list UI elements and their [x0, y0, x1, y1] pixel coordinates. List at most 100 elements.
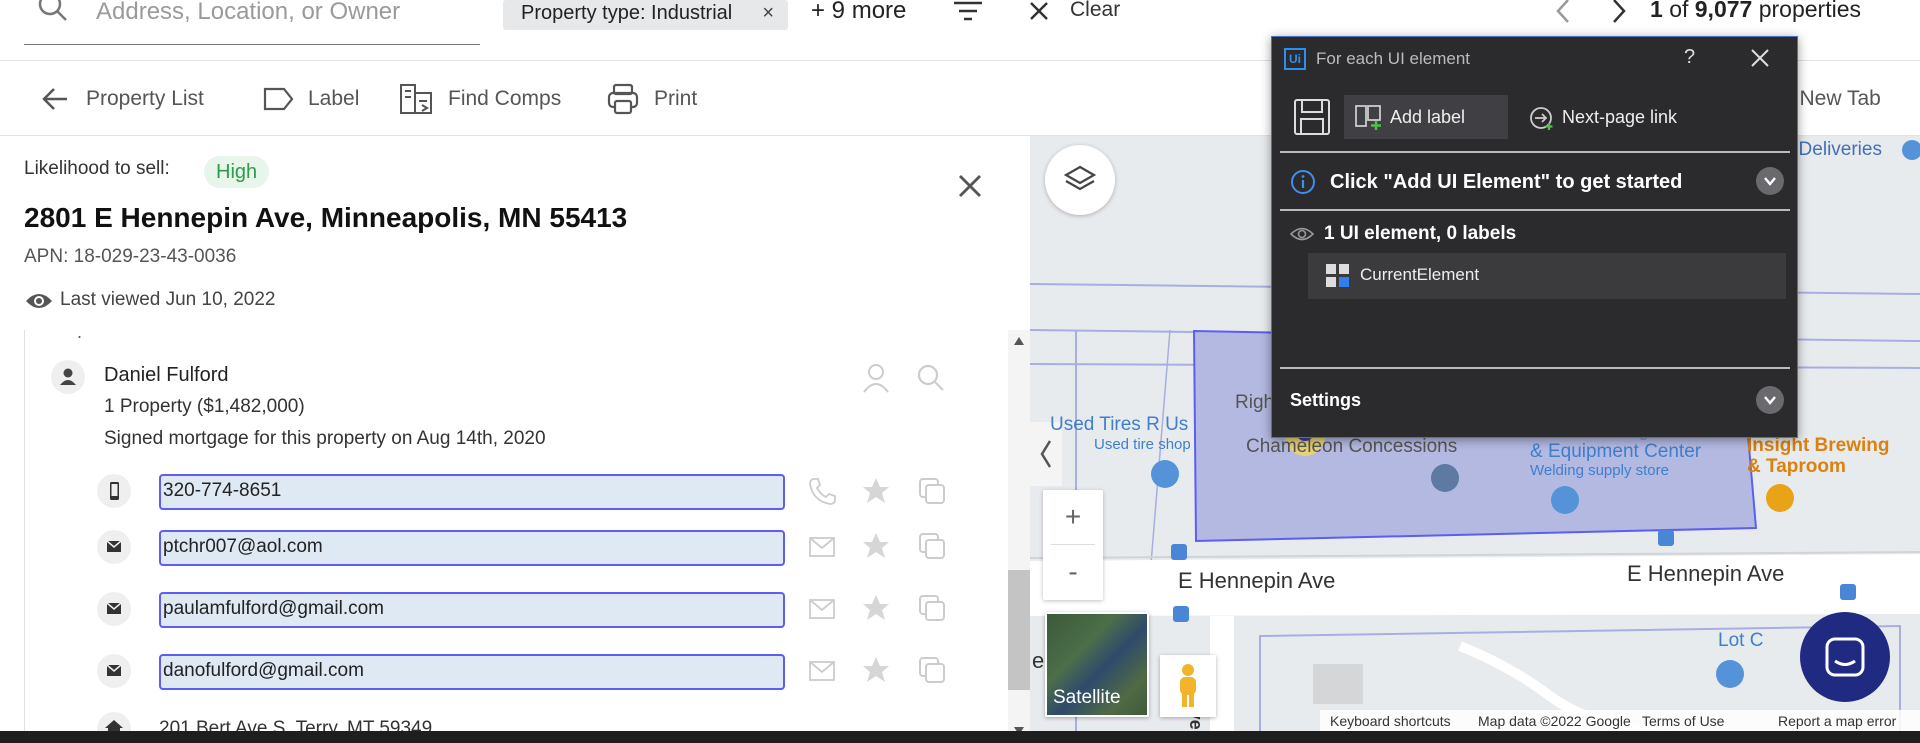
zoom-in-button[interactable]: + [1043, 490, 1103, 544]
map-label-right: Righ [1235, 392, 1275, 413]
add-label-text: Add label [1390, 107, 1466, 127]
owner-name: Daniel Fulford [104, 364, 229, 386]
info-icon [1291, 170, 1315, 194]
filter-chip-property-type[interactable]: Property type: Industrial × [503, 0, 788, 30]
map-data-text: Map data ©2022 Google [1478, 713, 1631, 729]
mail-outline-icon[interactable] [807, 533, 837, 561]
label-icon [263, 87, 294, 111]
app-logo-icon: Ui [1284, 48, 1306, 70]
email-field-3[interactable]: danofulford@gmail.com [159, 654, 785, 690]
owner-properties: 1 Property ($1,482,000) [104, 396, 305, 417]
search-icon[interactable] [916, 363, 946, 393]
map-label-used-tires: Used Tires R Us [1050, 414, 1189, 435]
clear-label: Clear [1070, 0, 1121, 21]
chat-icon [1825, 637, 1865, 677]
satellite-toggle[interactable]: Satellite [1045, 612, 1149, 717]
email-field-2[interactable]: paulamfulford@gmail.com [159, 592, 785, 628]
map-label-deliveries: t Deliveries [1788, 139, 1882, 160]
search-placeholder: Address, Location, or Owner [96, 0, 401, 25]
chevron-left-icon[interactable] [1554, 0, 1572, 24]
star-icon[interactable] [861, 531, 891, 561]
zoom-out-button[interactable]: - [1043, 545, 1103, 599]
copy-icon[interactable] [917, 531, 947, 561]
keyboard-shortcuts-link[interactable]: Keyboard shortcuts [1330, 713, 1451, 729]
mobile-phone-icon [97, 474, 131, 508]
pager-total: 9,077 [1694, 0, 1753, 22]
label-label: Label [308, 87, 360, 110]
more-filters-button[interactable]: + 9 more [811, 0, 906, 25]
last-viewed-text: Last viewed Jun 10, 2022 [60, 289, 276, 310]
close-icon [1030, 2, 1048, 20]
window-title: For each UI element [1316, 49, 1471, 68]
next-page-link-button[interactable]: Next-page link [1524, 95, 1714, 139]
star-icon[interactable] [861, 593, 891, 623]
email-field-1[interactable]: ptchr007@aol.com [159, 530, 785, 566]
property-detail-panel: Likelihood to sell: High 2801 E Hennepin… [0, 136, 1030, 743]
divider [1280, 151, 1790, 153]
report-map-error-link[interactable]: Report a map error [1778, 713, 1896, 729]
settings-header[interactable]: Settings [1290, 390, 1361, 411]
filter-icon[interactable] [952, 0, 984, 24]
map-label-brewing: Insight Brewing [1747, 435, 1890, 456]
mail-icon [97, 592, 131, 626]
star-icon[interactable] [861, 476, 891, 506]
add-label-button[interactable]: Add label [1344, 95, 1508, 139]
map-attribution: Keyboard shortcuts Map data ©2022 Google… [1320, 710, 1920, 731]
pegman-icon [1180, 664, 1196, 707]
close-icon[interactable] [956, 172, 984, 200]
scrollbar-thumb[interactable] [1008, 570, 1030, 690]
mail-outline-icon[interactable] [807, 657, 837, 685]
star-icon[interactable] [861, 655, 891, 685]
street-view-pegman[interactable] [1160, 655, 1216, 717]
phone-field[interactable]: 320-774-8651 [159, 474, 785, 510]
mail-icon [97, 654, 131, 688]
terms-link[interactable]: Terms of Use [1642, 713, 1724, 729]
get-started-hint: Click "Add UI Element" to get started [1330, 171, 1683, 193]
printer-icon [607, 83, 639, 115]
scroll-up-icon[interactable] [1013, 336, 1025, 346]
save-icon[interactable] [1292, 97, 1332, 137]
find-comps-label: Find Comps [448, 87, 562, 110]
satellite-label: Satellite [1053, 687, 1121, 708]
pager: 1 of 9,077 properties [1650, 0, 1861, 23]
chevron-right-icon[interactable] [1610, 0, 1628, 24]
person-outline-icon[interactable] [861, 362, 891, 394]
divider [1280, 367, 1790, 369]
arrow-left-icon [42, 88, 67, 110]
close-icon[interactable]: × [762, 0, 774, 26]
add-label-icon [1355, 105, 1381, 130]
phone-icon[interactable] [807, 476, 837, 506]
eye-icon [26, 294, 52, 308]
likelihood-label: Likelihood to sell: [24, 158, 170, 179]
current-element-label: CurrentElement [1360, 265, 1480, 284]
copy-icon[interactable] [917, 476, 947, 506]
copy-icon[interactable] [917, 655, 947, 685]
current-element-item[interactable]: CurrentElement [1308, 253, 1786, 299]
owner-mortgage-note: Signed mortgage for this property on Aug… [104, 428, 546, 449]
pager-current: 1 [1650, 0, 1663, 22]
likelihood-badge: High [204, 156, 270, 188]
window-titlebar[interactable]: Ui For each UI element ? [1272, 37, 1797, 79]
chevron-down-icon[interactable] [1756, 167, 1784, 195]
clear-button[interactable]: Clear [1030, 0, 1121, 22]
chat-launcher-button[interactable] [1800, 612, 1890, 702]
map-label-e: e [1032, 648, 1045, 673]
chevron-down-icon[interactable] [1756, 386, 1784, 414]
map-street-hennepin-1: E Hennepin Ave [1178, 568, 1336, 593]
close-icon[interactable] [1750, 48, 1770, 68]
map-label-taproom: & Taproom [1747, 456, 1846, 477]
map-label-used-tires-sub: Used tire shop [1094, 436, 1191, 453]
property-apn: APN: 18-029-23-43-0036 [24, 246, 237, 267]
map-street-hennepin-2: E Hennepin Ave [1627, 561, 1785, 586]
map-layers-button[interactable] [1045, 145, 1115, 215]
person-icon [51, 360, 85, 394]
filter-chip-label: Property type: Industrial [521, 2, 733, 24]
mail-outline-icon[interactable] [807, 595, 837, 623]
scroll-remnant: . [77, 330, 83, 342]
help-button[interactable]: ? [1684, 46, 1695, 69]
eye-icon[interactable] [1290, 225, 1314, 243]
search-input[interactable]: Address, Location, or Owner [24, 0, 480, 45]
pager-of: of [1669, 0, 1689, 22]
copy-icon[interactable] [917, 593, 947, 623]
map-label-lot-c: Lot C [1718, 630, 1764, 651]
